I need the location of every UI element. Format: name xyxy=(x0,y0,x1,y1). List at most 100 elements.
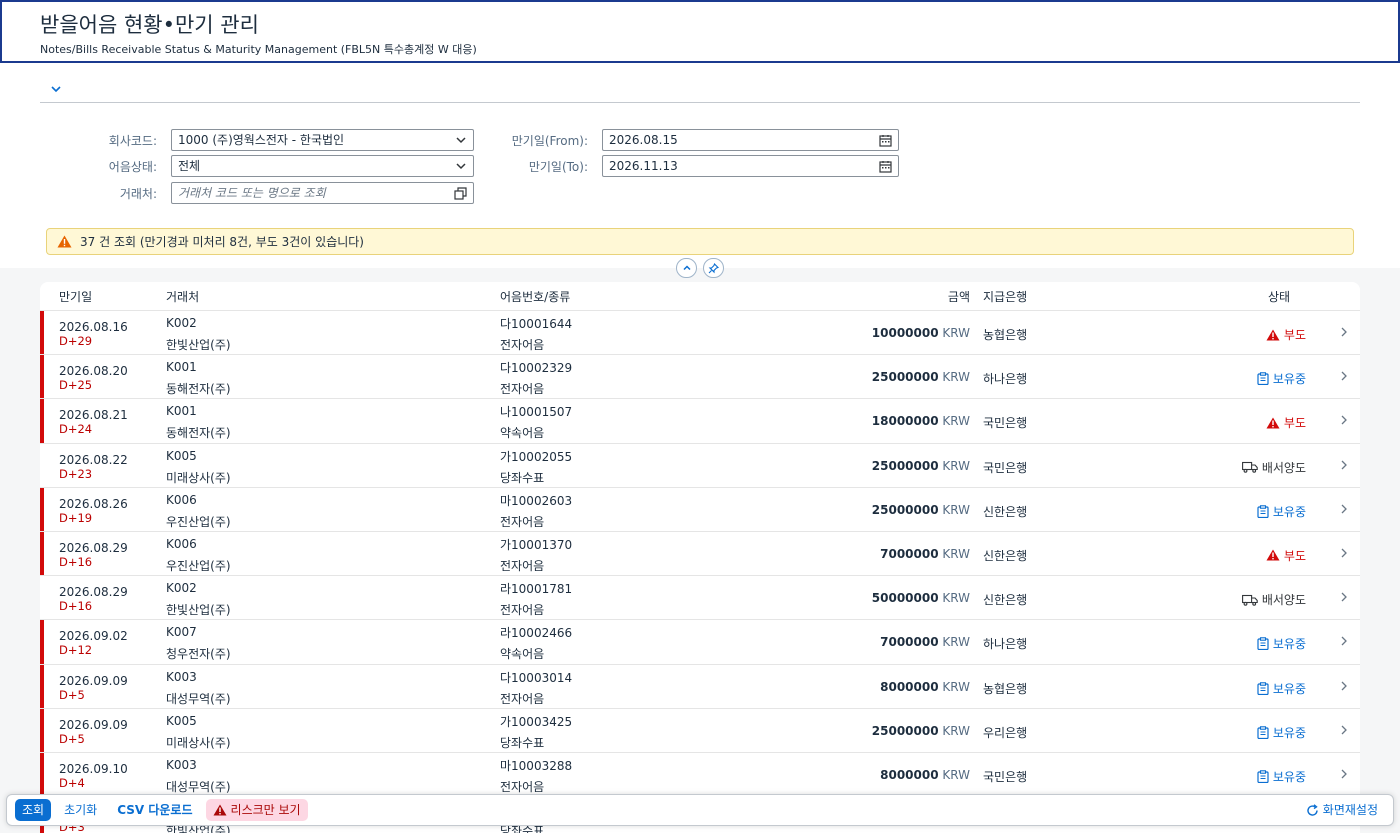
partner-code: K003 xyxy=(166,757,197,772)
pin-header-button[interactable] xyxy=(703,258,724,278)
risk-indicator-bar xyxy=(40,531,44,576)
col-note[interactable]: 어음번호/종류 xyxy=(500,288,570,305)
partner-input[interactable]: 거래처 코드 또는 명으로 조회 xyxy=(171,182,474,204)
status-badge: 배서양도 xyxy=(1241,459,1306,476)
col-bank[interactable]: 지급은행 xyxy=(983,288,1027,305)
reset-button[interactable]: 초기화 xyxy=(57,799,104,821)
paying-bank: 신한은행 xyxy=(983,593,1028,608)
note-type: 약속어음 xyxy=(500,426,545,441)
risk-only-button[interactable]: 리스크만 보기 xyxy=(205,799,308,821)
maturity-date: 2026.08.29 xyxy=(59,585,128,600)
calendar-icon[interactable] xyxy=(879,156,892,176)
paying-bank: 하나은행 xyxy=(983,372,1028,387)
value-help-icon[interactable] xyxy=(454,183,467,203)
table-row[interactable]: 2026.08.16 D+29 K002 한빛산업(주) 다10001644 전자어음 10… xyxy=(40,311,1360,356)
amount-value: 7000000 xyxy=(880,546,939,561)
amount: 7000000 KRW xyxy=(880,635,970,649)
amount-value: 25000000 xyxy=(871,723,939,738)
row-navigation-chevron-right-icon[interactable] xyxy=(1340,326,1348,340)
partner-name: 대성무역(주) xyxy=(166,779,231,794)
row-navigation-chevron-right-icon[interactable] xyxy=(1340,591,1348,605)
table-row[interactable]: 2026.08.29 D+16 K006 우진산업(주) 가10001370 전자어음 70… xyxy=(40,531,1360,577)
table-row[interactable]: 2026.09.09 D+5 K003 대성무역(주) 다10003014 전자어음 800… xyxy=(40,664,1360,709)
to-value: 2026.11.13 xyxy=(609,159,678,173)
status-text: 부도 xyxy=(1283,548,1306,563)
col-maturity[interactable]: 만기일 xyxy=(59,288,92,305)
filter-bar: 회사코드: 1000 (주)영웍스전자 - 한국법인 어음상태: 전체 거래처:… xyxy=(0,63,1400,268)
clipboard-icon xyxy=(1257,725,1269,739)
row-navigation-chevron-right-icon[interactable] xyxy=(1340,724,1348,738)
note-number: 가10002055 xyxy=(500,449,573,464)
col-partner[interactable]: 거래처 xyxy=(166,288,199,305)
maturity-date: 2026.08.20 xyxy=(59,364,128,379)
row-navigation-chevron-right-icon[interactable] xyxy=(1340,547,1348,561)
col-amount[interactable]: 금액 xyxy=(948,288,970,305)
currency: KRW xyxy=(942,635,970,650)
company-select[interactable]: 1000 (주)영웍스전자 - 한국법인 xyxy=(171,129,474,151)
table-row[interactable]: 2026.08.21 D+24 K001 동해전자(주) 나10001507 약속어음 18… xyxy=(40,399,1360,444)
table-row[interactable]: 2026.09.09 D+5 K005 미래상사(주) 가10003425 당좌수표 250… xyxy=(40,708,1360,753)
reset-layout-button[interactable]: 화면재설정 xyxy=(1299,799,1385,821)
days-overdue: D+24 xyxy=(59,422,93,437)
search-button[interactable]: 조회 xyxy=(15,799,52,821)
filter-toggle-chevron-down-icon[interactable] xyxy=(50,83,64,97)
table-row[interactable]: 2026.08.26 D+19 K006 우진산업(주) 마10002603 전자어음 25… xyxy=(40,487,1360,532)
truck-icon xyxy=(1241,462,1258,473)
collapse-header-button[interactable] xyxy=(676,258,697,278)
row-navigation-chevron-right-icon[interactable] xyxy=(1340,680,1348,694)
currency: KRW xyxy=(942,679,970,694)
note-type: 약속어음 xyxy=(500,647,545,662)
csv-download-button[interactable]: CSV 다운로드 xyxy=(110,799,199,821)
maturity-date: 2026.08.21 xyxy=(59,408,128,423)
paying-bank: 농협은행 xyxy=(983,328,1028,342)
status-badge: 보유중 xyxy=(1257,768,1306,785)
table-body: 2026.08.16 D+29 K002 한빛산업(주) 다10001644 전자어음 10… xyxy=(40,311,1360,833)
amount: 25000000 KRW xyxy=(872,503,970,517)
amount: 10000000 KRW xyxy=(872,326,970,340)
status-select[interactable]: 전체 xyxy=(171,155,474,177)
amount: 8000000 KRW xyxy=(880,768,970,782)
header-controls xyxy=(676,258,724,278)
maturity-date: 2026.09.02 xyxy=(59,629,128,644)
table-row[interactable]: 2026.09.10 D+4 K003 대성무역(주) 마10003288 전자어음 800… xyxy=(40,752,1360,798)
row-navigation-chevron-right-icon[interactable] xyxy=(1340,370,1348,384)
currency: KRW xyxy=(942,767,970,782)
from-date-input[interactable]: 2026.08.15 xyxy=(602,129,899,151)
days-overdue: D+12 xyxy=(59,643,93,658)
table-row[interactable]: 2026.08.22 D+23 K005 미래상사(주) 가10002055 당좌수표 25… xyxy=(40,443,1360,488)
status-badge: 보유중 xyxy=(1257,724,1306,741)
days-overdue: D+5 xyxy=(59,687,85,702)
status-text: 보유중 xyxy=(1272,637,1306,652)
to-date-input[interactable]: 2026.11.13 xyxy=(602,155,899,177)
row-navigation-chevron-right-icon[interactable] xyxy=(1340,635,1348,649)
risk-indicator-bar xyxy=(40,752,44,797)
note-type: 전자어음 xyxy=(500,338,545,352)
table-row[interactable]: 2026.08.29 D+16 K002 한빛산업(주) 라10001781 전자어음 50… xyxy=(40,576,1360,621)
row-navigation-chevron-right-icon[interactable] xyxy=(1340,459,1348,473)
amount: 25000000 KRW xyxy=(872,370,970,384)
status-badge: 보유중 xyxy=(1257,680,1306,697)
status-value: 전체 xyxy=(178,159,201,173)
status-text: 부도 xyxy=(1283,416,1306,431)
row-navigation-chevron-right-icon[interactable] xyxy=(1340,503,1348,517)
partner-name: 우진산업(주) xyxy=(166,558,231,573)
note-type: 전자어음 xyxy=(500,558,545,573)
row-navigation-chevron-right-icon[interactable] xyxy=(1340,414,1348,428)
col-status[interactable]: 상태 xyxy=(1268,288,1290,305)
currency: KRW xyxy=(942,591,970,606)
refresh-icon xyxy=(1307,803,1318,816)
amount-value: 8000000 xyxy=(880,767,939,782)
maturity-date: 2026.09.09 xyxy=(59,673,128,688)
notes-table: 만기일 거래처 어음번호/종류 금액 지급은행 상태 2026.08.16 D+2… xyxy=(40,282,1360,833)
days-overdue: D+4 xyxy=(59,775,85,790)
chevron-up-icon xyxy=(682,265,691,271)
alert-icon xyxy=(1266,549,1280,561)
currency: KRW xyxy=(942,414,970,429)
row-navigation-chevron-right-icon[interactable] xyxy=(1340,768,1348,782)
table-row[interactable]: 2026.09.02 D+12 K007 청우전자(주) 라10002466 약속어음 70… xyxy=(40,620,1360,665)
table-row[interactable]: 2026.08.20 D+25 K001 동해전자(주) 다10002329 전자어음 25… xyxy=(40,355,1360,400)
partner-code: K007 xyxy=(166,625,197,640)
partner-name: 청우전자(주) xyxy=(166,647,231,662)
calendar-icon[interactable] xyxy=(879,130,892,150)
company-label: 회사코드: xyxy=(108,133,157,148)
